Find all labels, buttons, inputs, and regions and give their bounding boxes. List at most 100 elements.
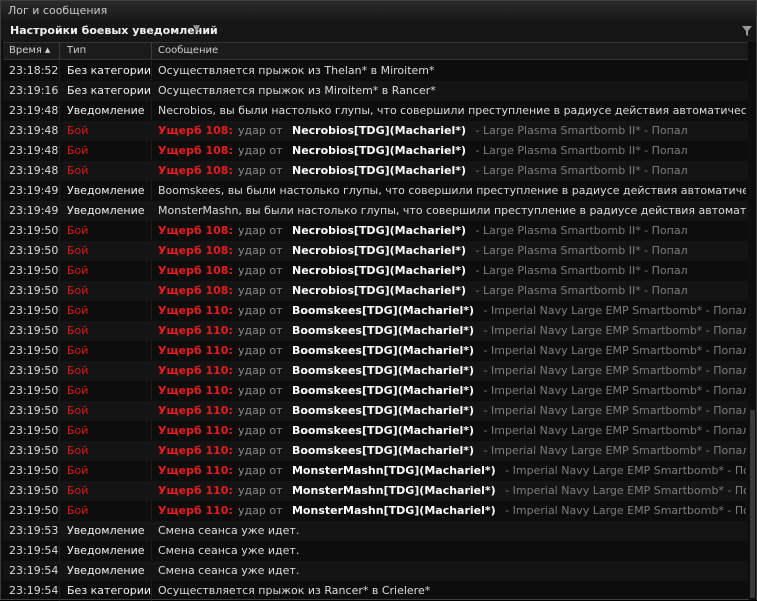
row-type: Уведомление: [67, 184, 145, 197]
attacker-name: Boomskees[TDG](Machariel*): [291, 404, 475, 417]
log-row[interactable]: 23:19:50 Бой Ущерб 110: удар от MonsterMash…: [3, 481, 748, 501]
log-row[interactable]: 23:19:50 Бой Ущерб 110: удар от Boomskees[T…: [3, 301, 748, 321]
row-message: Ущерб 108: удар от Necrobios[TDG](Machari…: [158, 164, 746, 177]
row-type: Уведомление: [67, 104, 145, 117]
hit-label: удар от: [238, 284, 283, 297]
log-row[interactable]: 23:19:50 Бой Ущерб 110: удар от Boomskees[T…: [3, 341, 748, 361]
row-time: 23:19:50: [9, 444, 59, 457]
row-message: Осуществляется прыжок из Thelan* в Miroi…: [158, 64, 435, 77]
log-row[interactable]: 23:19:50 Бой Ущерб 110: удар от Boomskees[T…: [3, 421, 748, 441]
row-message: Ущерб 110: удар от MonsterMashn[TDG](Mach…: [158, 464, 746, 477]
attacker-name: Necrobios[TDG](Machariel*): [291, 264, 466, 277]
log-row[interactable]: 23:19:50 Бой Ущерб 110: удар от Boomskees[T…: [3, 441, 748, 461]
hit-label: удар от: [238, 264, 283, 277]
log-row[interactable]: 23:19:48 Бой Ущерб 108: удар от Necrobios[T…: [3, 141, 748, 161]
weapon-info: - Imperial Navy Large EMP Smartbomb* - П…: [483, 344, 746, 357]
log-row[interactable]: 23:19:53 Уведомление Смена сеанса уже идет…: [3, 521, 748, 541]
log-row[interactable]: 23:19:50 Бой Ущерб 110: удар от Boomskees[T…: [3, 401, 748, 421]
row-type: Бой: [67, 404, 89, 417]
weapon-info: - Imperial Navy Large EMP Smartbomb* - П…: [483, 384, 746, 397]
log-row[interactable]: 23:19:48 Бой Ущерб 108: удар от Necrobios[T…: [3, 121, 748, 141]
log-row[interactable]: 23:19:54 Уведомление Смена сеанса уже идет…: [3, 561, 748, 581]
log-row[interactable]: 23:19:50 Бой Ущерб 108: удар от Necrobios[T…: [3, 281, 748, 301]
attacker-name: Necrobios[TDG](Machariel*): [291, 124, 466, 137]
row-message: Ущерб 110: удар от Boomskees[TDG](Machari…: [158, 384, 746, 397]
chevron-down-icon[interactable]: ▼: [193, 24, 200, 34]
hit-label: удар от: [238, 404, 283, 417]
hit-label: удар от: [238, 304, 283, 317]
column-type-header[interactable]: Тип: [67, 45, 86, 56]
row-type: Бой: [67, 324, 89, 337]
damage-amount: Ущерб 108:: [158, 144, 233, 157]
row-time: 23:19:50: [9, 284, 59, 297]
row-message: Ущерб 110: удар от MonsterMashn[TDG](Mach…: [158, 484, 746, 497]
log-row[interactable]: 23:19:50 Бой Ущерб 110: удар от Boomskees[T…: [3, 381, 748, 401]
column-message-header[interactable]: Сообщение: [158, 45, 218, 56]
attacker-name: Boomskees[TDG](Machariel*): [291, 364, 475, 377]
filter-icon[interactable]: [741, 25, 753, 37]
row-type: Уведомление: [67, 544, 145, 557]
attacker-name: Necrobios[TDG](Machariel*): [291, 244, 466, 257]
log-row[interactable]: 23:19:16 Без категории Осуществляется прыж…: [3, 81, 748, 101]
row-time: 23:19:49: [9, 204, 59, 217]
row-type: Бой: [67, 364, 89, 377]
log-row[interactable]: 23:19:50 Бой Ущерб 108: удар от Necrobios[T…: [3, 221, 748, 241]
row-type: Без категории: [67, 584, 152, 597]
log-row[interactable]: 23:19:50 Бой Ущерб 108: удар от Necrobios[T…: [3, 241, 748, 261]
log-row[interactable]: 23:19:50 Бой Ущерб 110: удар от Boomskees[T…: [3, 361, 748, 381]
row-time: 23:19:48: [9, 124, 59, 137]
row-type: Бой: [67, 424, 89, 437]
log-row[interactable]: 23:19:50 Бой Ущерб 110: удар от MonsterMash…: [3, 461, 748, 481]
row-message: Necrobios, вы были настолько глупы, что …: [158, 104, 746, 117]
row-message: Ущерб 108: удар от Necrobios[TDG](Machari…: [158, 264, 746, 277]
row-time: 23:19:48: [9, 144, 59, 157]
hit-label: удар от: [238, 344, 283, 357]
row-time: 23:18:52: [9, 64, 59, 77]
row-message: Ущерб 108: удар от Necrobios[TDG](Machari…: [158, 244, 746, 257]
column-resize-handle[interactable]: [151, 43, 152, 59]
row-type: Бой: [67, 284, 89, 297]
column-resize-handle[interactable]: [59, 43, 60, 59]
row-time: 23:19:16: [9, 84, 59, 97]
log-row[interactable]: 23:19:48 Уведомление Necrobios, вы были на…: [3, 101, 748, 121]
log-row[interactable]: 23:19:50 Бой Ущерб 110: удар от MonsterMash…: [3, 501, 748, 521]
log-row[interactable]: 23:19:50 Бой Ущерб 110: удар от Boomskees[T…: [3, 321, 748, 341]
title-bar[interactable]: Лог и сообщения: [1, 1, 756, 20]
scrollbar-thumb[interactable]: [750, 410, 755, 598]
combat-settings-dropdown[interactable]: Настройки боевых уведомлений: [10, 24, 218, 37]
damage-amount: Ущерб 110:: [158, 304, 233, 317]
attacker-name: Boomskees[TDG](Machariel*): [291, 344, 475, 357]
column-time-header[interactable]: Время ▲: [9, 45, 50, 56]
hit-label: удар от: [238, 384, 283, 397]
row-type: Бой: [67, 224, 89, 237]
weapon-info: - Large Plasma Smartbomb II* - Попал: [475, 164, 688, 177]
hit-label: удар от: [238, 244, 283, 257]
log-row[interactable]: 23:19:54 Без категории Осуществляется прыж…: [3, 581, 748, 601]
scrollbar[interactable]: [749, 60, 756, 600]
row-message: Смена сеанса уже идет.: [158, 524, 300, 537]
window-title: Лог и сообщения: [8, 4, 108, 17]
hit-label: удар от: [238, 144, 283, 157]
row-time: 23:19:50: [9, 264, 59, 277]
hit-label: удар от: [238, 324, 283, 337]
weapon-info: - Imperial Navy Large EMP Smartbomb* - П…: [505, 504, 746, 517]
row-time: 23:19:54: [9, 564, 59, 577]
row-type: Без категории: [67, 64, 152, 77]
log-row[interactable]: 23:19:50 Бой Ущерб 108: удар от Necrobios[T…: [3, 261, 748, 281]
row-type: Бой: [67, 484, 89, 497]
row-message: Ущерб 110: удар от Boomskees[TDG](Machari…: [158, 304, 746, 317]
row-time: 23:19:49: [9, 184, 59, 197]
log-row[interactable]: 23:19:48 Бой Ущерб 108: удар от Necrobios[T…: [3, 161, 748, 181]
row-message: Ущерб 110: удар от Boomskees[TDG](Machari…: [158, 364, 746, 377]
row-type: Бой: [67, 264, 89, 277]
log-row[interactable]: 23:18:52 Без категории Осуществляется прыж…: [3, 61, 748, 81]
log-row[interactable]: 23:19:54 Уведомление Смена сеанса уже идет…: [3, 541, 748, 561]
attacker-name: Boomskees[TDG](Machariel*): [291, 424, 475, 437]
row-time: 23:19:50: [9, 484, 59, 497]
log-row[interactable]: 23:19:49 Уведомление Boomskees, вы были на…: [3, 181, 748, 201]
row-time: 23:19:54: [9, 584, 59, 597]
row-time: 23:19:53: [9, 524, 59, 537]
column-header: Время ▲ Тип Сообщение: [3, 42, 748, 60]
log-row[interactable]: 23:19:49 Уведомление MonsterMashn, вы были…: [3, 201, 748, 221]
row-message: Ущерб 110: удар от Boomskees[TDG](Machari…: [158, 444, 746, 457]
